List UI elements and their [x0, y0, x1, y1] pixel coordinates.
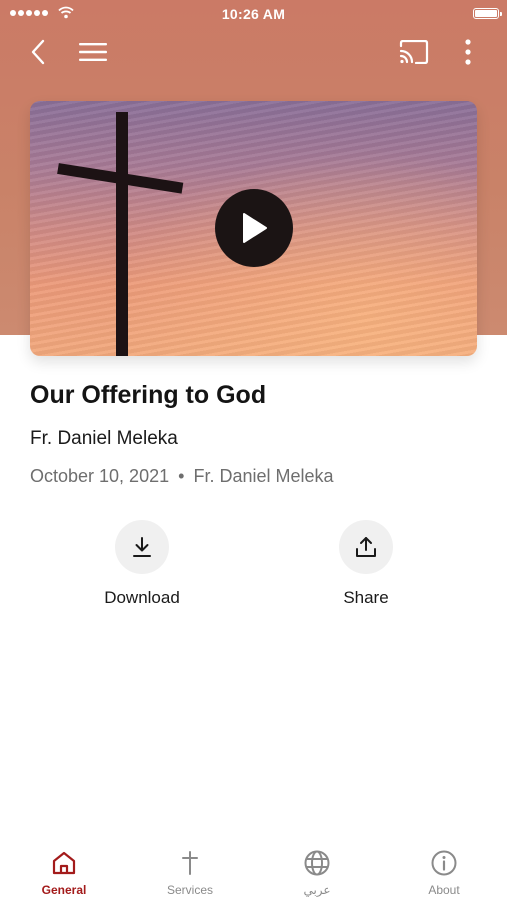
bottom-tab-bar: General Services عربي About: [0, 836, 507, 900]
battery-icon: [473, 8, 502, 19]
share-label: Share: [343, 588, 389, 607]
home-icon: [52, 851, 76, 875]
cast-icon: [399, 40, 429, 64]
play-button[interactable]: [215, 189, 293, 267]
cast-button[interactable]: [398, 36, 430, 68]
info-icon: [431, 850, 457, 876]
back-button[interactable]: [22, 36, 54, 68]
status-time: 10:26 AM: [221, 6, 286, 22]
video-thumbnail[interactable]: [30, 101, 477, 356]
tab-general-label: General: [41, 883, 87, 897]
hamburger-icon: [79, 43, 107, 61]
tab-general[interactable]: General: [14, 848, 114, 897]
share-icon: [356, 537, 376, 557]
play-icon: [243, 213, 267, 243]
tab-services[interactable]: Services: [140, 848, 240, 897]
globe-icon: [304, 850, 330, 876]
download-icon: [133, 537, 151, 557]
more-options-button[interactable]: [452, 36, 484, 68]
share-circle: [339, 520, 393, 574]
cross-silhouette-vertical: [116, 112, 128, 356]
tab-about-label: About: [428, 883, 460, 897]
episode-byline: Fr. Daniel Meleka: [193, 466, 334, 486]
status-bar: 10:26 AM: [0, 0, 507, 28]
more-vertical-icon: [465, 39, 471, 65]
episode-date: October 10, 2021: [30, 466, 170, 486]
episode-speaker: Fr. Daniel Meleka: [30, 428, 178, 449]
download-circle: [115, 520, 169, 574]
chevron-left-icon: [31, 39, 45, 65]
meta-separator: •: [178, 466, 185, 486]
share-button[interactable]: Share: [306, 520, 426, 608]
tab-about[interactable]: About: [394, 848, 494, 897]
download-button[interactable]: Download: [82, 520, 202, 608]
menu-button[interactable]: [77, 36, 109, 68]
episode-meta: October 10, 2021 • Fr. Daniel Meleka: [30, 466, 334, 487]
episode-title: Our Offering to God: [30, 381, 267, 409]
tab-arabic-label: عربي: [303, 883, 331, 897]
cross-icon: [182, 851, 198, 875]
download-label: Download: [104, 588, 180, 607]
tab-arabic[interactable]: عربي: [267, 848, 367, 897]
tab-services-label: Services: [166, 883, 213, 897]
top-nav-bar: [0, 30, 507, 74]
